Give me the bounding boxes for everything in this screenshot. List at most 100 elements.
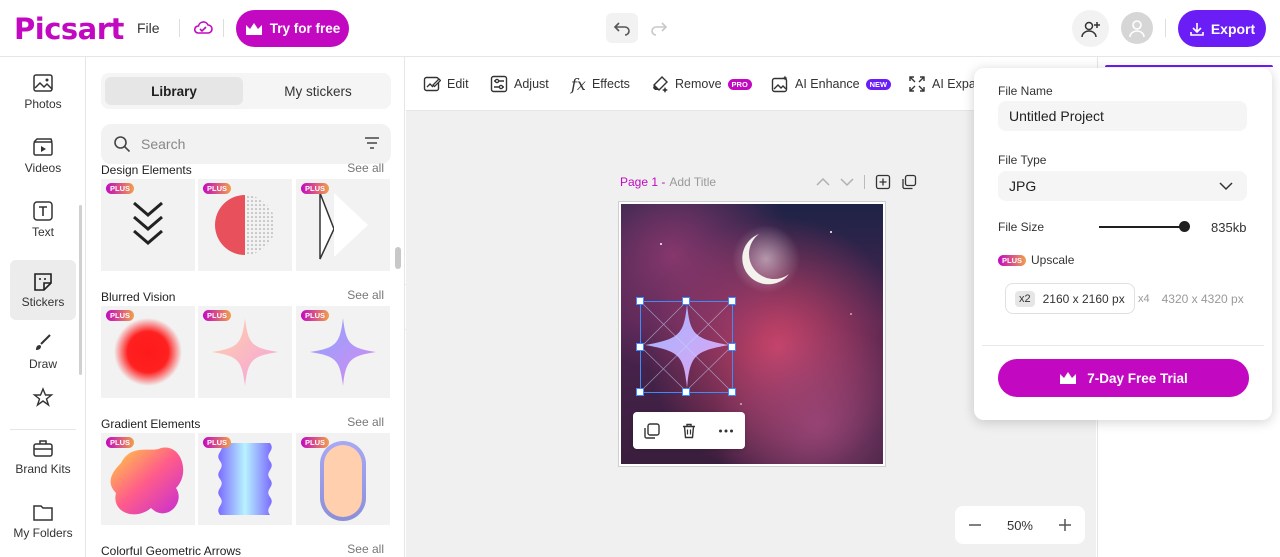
selection-context-menu bbox=[633, 412, 745, 449]
nav-label: My Folders bbox=[13, 526, 73, 540]
see-all-link[interactable]: See all bbox=[347, 415, 384, 429]
plus-badge: PLUS bbox=[301, 183, 330, 194]
add-page-icon[interactable] bbox=[875, 174, 891, 190]
nav-label: Draw bbox=[28, 357, 57, 371]
tool-effects[interactable]: fx Effects bbox=[571, 57, 630, 111]
duplicate-icon[interactable] bbox=[643, 422, 661, 440]
tool-ai-enhance[interactable]: AI Enhance NEW bbox=[771, 57, 892, 111]
crown-icon bbox=[245, 22, 262, 35]
sticker-tile[interactable]: PLUS bbox=[101, 179, 195, 271]
file-size-label: File Size bbox=[998, 220, 1045, 234]
briefcase-icon bbox=[33, 440, 53, 457]
resize-handle[interactable] bbox=[636, 388, 644, 396]
page-number: Page 1 - bbox=[620, 175, 666, 189]
filter-icon[interactable] bbox=[363, 134, 381, 152]
export-popup: File Name File Type JPG File Size 835kb … bbox=[974, 68, 1272, 420]
sticker-tile[interactable]: PLUS bbox=[296, 179, 390, 271]
stickers-panel: Library My stickers Design Elements See … bbox=[87, 57, 405, 557]
plus-badge: PLUS bbox=[998, 254, 1027, 266]
selection-box[interactable] bbox=[636, 297, 736, 396]
panel-scrollbar[interactable] bbox=[395, 247, 401, 269]
see-all-link[interactable]: See all bbox=[347, 542, 384, 556]
upscale-option-x2[interactable]: x2 2160 x 2160 px bbox=[1005, 283, 1135, 314]
sticker-tile[interactable]: PLUS bbox=[296, 306, 390, 398]
file-menu[interactable]: File bbox=[137, 20, 160, 36]
nav-draw[interactable]: Draw bbox=[10, 322, 76, 382]
sticker-tile[interactable]: PLUS bbox=[101, 433, 195, 525]
plus-badge: PLUS bbox=[106, 437, 135, 448]
free-trial-button[interactable]: 7-Day Free Trial bbox=[998, 359, 1249, 397]
export-button[interactable]: Export bbox=[1178, 10, 1266, 47]
zoom-in-icon[interactable] bbox=[1058, 518, 1072, 532]
sticker-tile[interactable]: PLUS bbox=[101, 306, 195, 398]
chevron-down-icon bbox=[1219, 182, 1233, 191]
new-badge: NEW bbox=[865, 78, 892, 90]
resize-handle[interactable] bbox=[682, 297, 690, 305]
file-type-select[interactable]: JPG bbox=[998, 171, 1247, 201]
zoom-level[interactable]: 50% bbox=[1007, 518, 1033, 533]
tool-label: Edit bbox=[447, 77, 469, 91]
nav-scrollbar[interactable] bbox=[79, 205, 82, 375]
section-title: Design Elements bbox=[101, 163, 192, 177]
zoom-out-icon[interactable] bbox=[968, 518, 982, 532]
tab-library[interactable]: Library bbox=[105, 77, 243, 105]
see-all-link[interactable]: See all bbox=[347, 161, 384, 175]
plus-badge: PLUS bbox=[203, 183, 232, 194]
resize-handle[interactable] bbox=[728, 297, 736, 305]
plus-badge: PLUS bbox=[301, 437, 330, 448]
nav-videos[interactable]: Videos bbox=[10, 126, 76, 186]
tool-edit[interactable]: Edit bbox=[423, 57, 469, 111]
resize-handle[interactable] bbox=[728, 343, 736, 351]
sticker-tile[interactable]: PLUS bbox=[198, 179, 292, 271]
see-all-link[interactable]: See all bbox=[347, 288, 384, 302]
file-size-slider[interactable] bbox=[1099, 226, 1185, 228]
export-label: Export bbox=[1210, 20, 1256, 37]
sticker-tile[interactable]: PLUS bbox=[198, 433, 292, 525]
chevron-down-icon[interactable] bbox=[840, 177, 854, 187]
search-input[interactable] bbox=[141, 136, 341, 152]
section-title: Colorful Geometric Arrows bbox=[101, 544, 242, 557]
resize-handle[interactable] bbox=[636, 297, 644, 305]
page-label: Page 1 - Add Title bbox=[620, 175, 716, 189]
tab-my-stickers[interactable]: My stickers bbox=[249, 77, 387, 105]
redo-button[interactable] bbox=[643, 13, 675, 43]
upscale-size: 4320 x 4320 px bbox=[1161, 291, 1244, 306]
tool-adjust[interactable]: Adjust bbox=[490, 57, 549, 111]
tool-remove[interactable]: Remove PRO bbox=[651, 57, 752, 111]
file-type-value: JPG bbox=[1009, 178, 1037, 194]
cloud-sync-icon[interactable] bbox=[192, 17, 214, 39]
file-size-slider-thumb[interactable] bbox=[1179, 221, 1190, 232]
picsart-logo[interactable]: Picsart bbox=[14, 12, 124, 46]
page-title-input[interactable]: Add Title bbox=[669, 175, 716, 189]
file-name-input[interactable] bbox=[1009, 108, 1229, 124]
adjust-icon bbox=[490, 75, 508, 93]
user-avatar[interactable] bbox=[1121, 12, 1153, 44]
nav-text[interactable]: Text bbox=[10, 190, 76, 250]
more-options-icon[interactable] bbox=[717, 422, 735, 440]
sticker-tile[interactable]: PLUS bbox=[296, 433, 390, 525]
duplicate-page-icon[interactable] bbox=[901, 174, 917, 190]
invite-collaborator-button[interactable] bbox=[1072, 10, 1109, 47]
upscale-multiplier: x2 bbox=[1015, 290, 1035, 307]
sticker-tile[interactable]: PLUS bbox=[198, 306, 292, 398]
nav-label: Photos bbox=[24, 97, 62, 111]
undo-button[interactable] bbox=[606, 13, 638, 43]
trash-icon[interactable] bbox=[680, 422, 698, 440]
nav-my-folders[interactable]: My Folders bbox=[10, 491, 76, 551]
nav-photos[interactable]: Photos bbox=[10, 62, 76, 122]
divider bbox=[223, 19, 224, 37]
resize-handle[interactable] bbox=[682, 388, 690, 396]
download-icon bbox=[1190, 22, 1204, 36]
nav-stickers[interactable]: Stickers bbox=[10, 260, 76, 320]
nav-more[interactable] bbox=[10, 387, 76, 417]
chevron-up-icon[interactable] bbox=[816, 177, 830, 187]
resize-handle[interactable] bbox=[636, 343, 644, 351]
tool-label: Effects bbox=[591, 77, 630, 91]
try-for-free-button[interactable]: Try for free bbox=[236, 10, 349, 47]
nav-brand-kits[interactable]: Brand Kits bbox=[10, 427, 76, 487]
popup-divider bbox=[982, 345, 1264, 346]
resize-handle[interactable] bbox=[728, 388, 736, 396]
upscale-option-x4[interactable]: x4 4320 x 4320 px bbox=[1125, 283, 1253, 314]
enhance-icon bbox=[771, 75, 788, 93]
top-bar: Picsart File Try for free Export bbox=[0, 0, 1280, 57]
